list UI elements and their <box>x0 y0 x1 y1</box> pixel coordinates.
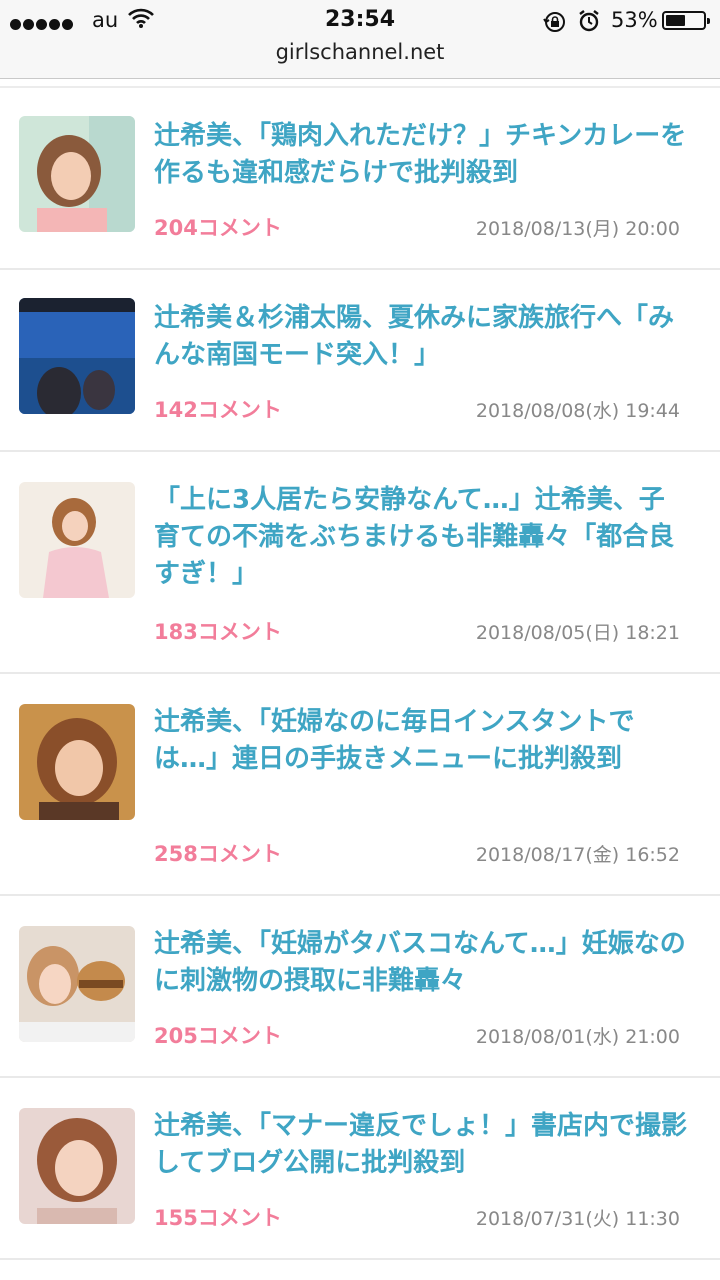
list-item[interactable]: 辻希美、「マナー違反でしょ！」書店内で撮影してブログ公開に批判殺到 155コメン… <box>0 1078 720 1260</box>
list-item[interactable]: 辻希美＆杉浦太陽、夏休みに家族旅行へ「みんな南国モード突入！」 142コメント … <box>0 270 720 452</box>
article-title[interactable]: 辻希美、「マナー違反でしょ！」書店内で撮影してブログ公開に批判殺到 <box>154 1108 689 1182</box>
comment-count: 258コメント <box>154 842 282 866</box>
post-date: 2018/08/01(水) 21:00 <box>475 1026 680 1048</box>
list-item[interactable]: 「上に3人居たら安静なんて…」辻希美、子育ての不満をぶちまけるも非難轟々「都合良… <box>0 452 720 674</box>
article-title[interactable]: 辻希美、「妊婦がタバスコなんて…」妊娠なのに刺激物の摂取に非難轟々 <box>154 926 689 1000</box>
list-item[interactable]: 辻希美、「妊婦がタバスコなんて…」妊娠なのに刺激物の摂取に非難轟々 205コメン… <box>0 896 720 1078</box>
post-date: 2018/08/08(水) 19:44 <box>475 400 680 422</box>
comment-count: 142コメント <box>154 398 282 422</box>
post-date: 2018/07/31(火) 11:30 <box>475 1208 680 1230</box>
status-bar: au 23:54 53% girlschannel.net <box>0 0 720 79</box>
post-date: 2018/08/17(金) 16:52 <box>475 844 680 866</box>
battery-percent: 53% <box>611 8 658 32</box>
article-thumbnail[interactable] <box>19 1108 135 1224</box>
battery-nub <box>707 18 710 24</box>
article-thumbnail[interactable] <box>19 116 135 232</box>
list-item[interactable]: 辻希美、「妊婦なのに毎日インスタントでは…」連日の手抜きメニューに批判殺到 25… <box>0 674 720 896</box>
article-title[interactable]: 辻希美＆杉浦太陽、夏休みに家族旅行へ「みんな南国モード突入！」 <box>154 300 689 374</box>
comment-count: 205コメント <box>154 1024 282 1048</box>
address-bar-url[interactable]: girlschannel.net <box>0 40 720 64</box>
comment-count: 155コメント <box>154 1206 282 1230</box>
article-list: 辻希美、「鶏肉入れただけ？」チキンカレーを作るも違和感だらけで批判殺到 204コ… <box>0 86 720 1260</box>
article-title[interactable]: 「上に3人居たら安静なんて…」辻希美、子育ての不満をぶちまけるも非難轟々「都合良… <box>154 482 689 593</box>
article-title[interactable]: 辻希美、「鶏肉入れただけ？」チキンカレーを作るも違和感だらけで批判殺到 <box>154 118 689 192</box>
list-item[interactable]: 辻希美、「鶏肉入れただけ？」チキンカレーを作るも違和感だらけで批判殺到 204コ… <box>0 88 720 270</box>
article-thumbnail[interactable] <box>19 482 135 598</box>
battery-icon <box>662 11 710 30</box>
alarm-icon <box>578 9 600 37</box>
article-title[interactable]: 辻希美、「妊婦なのに毎日インスタントでは…」連日の手抜きメニューに批判殺到 <box>154 704 689 778</box>
battery-level-fill <box>666 15 686 26</box>
rotation-lock-icon <box>543 10 567 38</box>
article-thumbnail[interactable] <box>19 298 135 414</box>
comment-count: 204コメント <box>154 216 282 240</box>
comment-count: 183コメント <box>154 620 282 644</box>
article-thumbnail[interactable] <box>19 704 135 820</box>
post-date: 2018/08/05(日) 18:21 <box>475 622 680 644</box>
article-thumbnail[interactable] <box>19 926 135 1042</box>
post-date: 2018/08/13(月) 20:00 <box>475 218 680 240</box>
